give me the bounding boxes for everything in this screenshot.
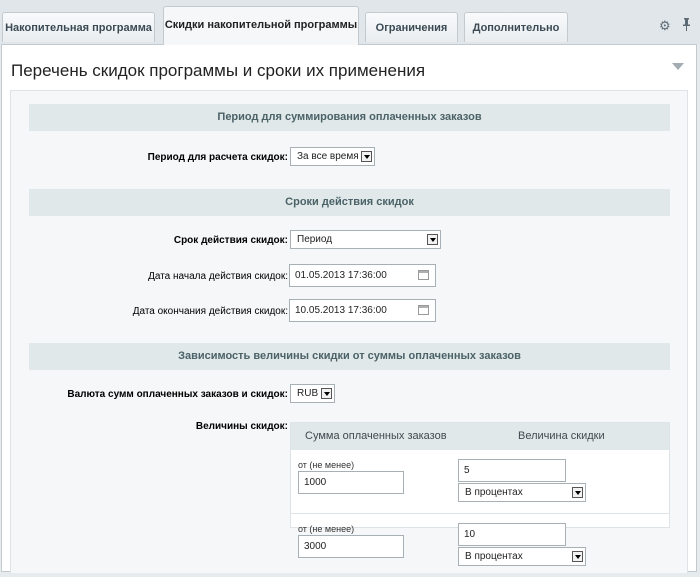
discount-value-input[interactable]: 5 xyxy=(458,459,566,482)
table-row: от (не менее) 3000 10 В процентах xyxy=(291,514,669,577)
validity-select-value: Период xyxy=(297,234,333,245)
table-header: Сумма оплаченных заказов Величина скидки xyxy=(291,423,669,450)
tab-restrictions[interactable]: Ограничения xyxy=(365,12,458,42)
column-header-sum: Сумма оплаченных заказов xyxy=(305,430,447,442)
min-sum-label: от (не менее) xyxy=(298,460,355,470)
pin-glyph xyxy=(683,18,690,31)
page-title: Перечень скидок программы и сроки их при… xyxy=(11,61,426,80)
end-date-value: 10.05.2013 17:36:00 xyxy=(295,305,387,316)
period-select-value: За все время xyxy=(297,151,359,162)
min-sum-label: от (не менее) xyxy=(298,524,355,534)
min-sum-input[interactable]: 1000 xyxy=(298,471,404,494)
period-select[interactable]: За все время xyxy=(290,147,375,166)
column-header-discount: Величина скидки xyxy=(518,430,605,442)
discount-value-input[interactable]: 10 xyxy=(458,523,566,546)
chevron-down-icon xyxy=(321,388,332,399)
validity-label: Срок действия скидок: xyxy=(173,235,288,246)
start-date-label: Дата начала действия скидок: xyxy=(148,271,288,282)
period-label: Период для расчета скидок: xyxy=(147,152,288,163)
amounts-label: Величины скидок: xyxy=(195,421,288,432)
end-date-input[interactable]: 10.05.2013 17:36:00 xyxy=(289,299,436,322)
discount-type-select[interactable]: В процентах xyxy=(458,483,586,502)
main-panel: Перечень скидок программы и сроки их при… xyxy=(1,44,697,573)
calendar-icon[interactable] xyxy=(418,270,429,280)
section-header-discount-dependency: Зависимость величины скидки от суммы опл… xyxy=(29,343,670,370)
discount-table: Сумма оплаченных заказов Величина скидки… xyxy=(290,422,670,566)
validity-select[interactable]: Период xyxy=(290,230,441,249)
discount-type-value: В процентах xyxy=(465,551,523,562)
currency-label: Валюта сумм оплаченных заказов и скидок: xyxy=(67,389,288,400)
table-row: от (не менее) 1000 5 В процентах xyxy=(291,450,669,514)
end-date-label: Дата окончания действия скидок: xyxy=(132,306,288,317)
collapse-icon[interactable] xyxy=(672,63,684,70)
pin-icon[interactable] xyxy=(682,18,691,34)
currency-select-value: RUB xyxy=(297,388,319,399)
tab-bar: Накопительная программа Скидки накопител… xyxy=(0,0,700,45)
tab-loyalty-program[interactable]: Накопительная программа xyxy=(2,12,155,42)
tab-program-discounts[interactable]: Скидки накопительной программы xyxy=(163,6,359,45)
discount-type-value: В процентах xyxy=(465,487,523,498)
discount-type-select[interactable]: В процентах xyxy=(458,547,586,566)
start-date-input[interactable]: 01.05.2013 17:36:00 xyxy=(289,264,436,287)
start-date-value: 01.05.2013 17:36:00 xyxy=(295,270,387,281)
calendar-icon[interactable] xyxy=(418,305,429,315)
tab-additional[interactable]: Дополнительно xyxy=(464,12,568,42)
section-header-summation-period: Период для суммирования оплаченных заказ… xyxy=(29,104,670,131)
chevron-down-icon xyxy=(427,234,438,245)
chevron-down-icon xyxy=(361,151,372,162)
gear-icon[interactable]: ⚙ xyxy=(659,18,671,34)
chevron-down-icon xyxy=(572,551,583,562)
section-header-validity: Сроки действия скидок xyxy=(29,189,670,216)
min-sum-input[interactable]: 3000 xyxy=(298,535,404,558)
currency-select[interactable]: RUB xyxy=(290,384,335,403)
chevron-down-icon xyxy=(572,487,583,498)
